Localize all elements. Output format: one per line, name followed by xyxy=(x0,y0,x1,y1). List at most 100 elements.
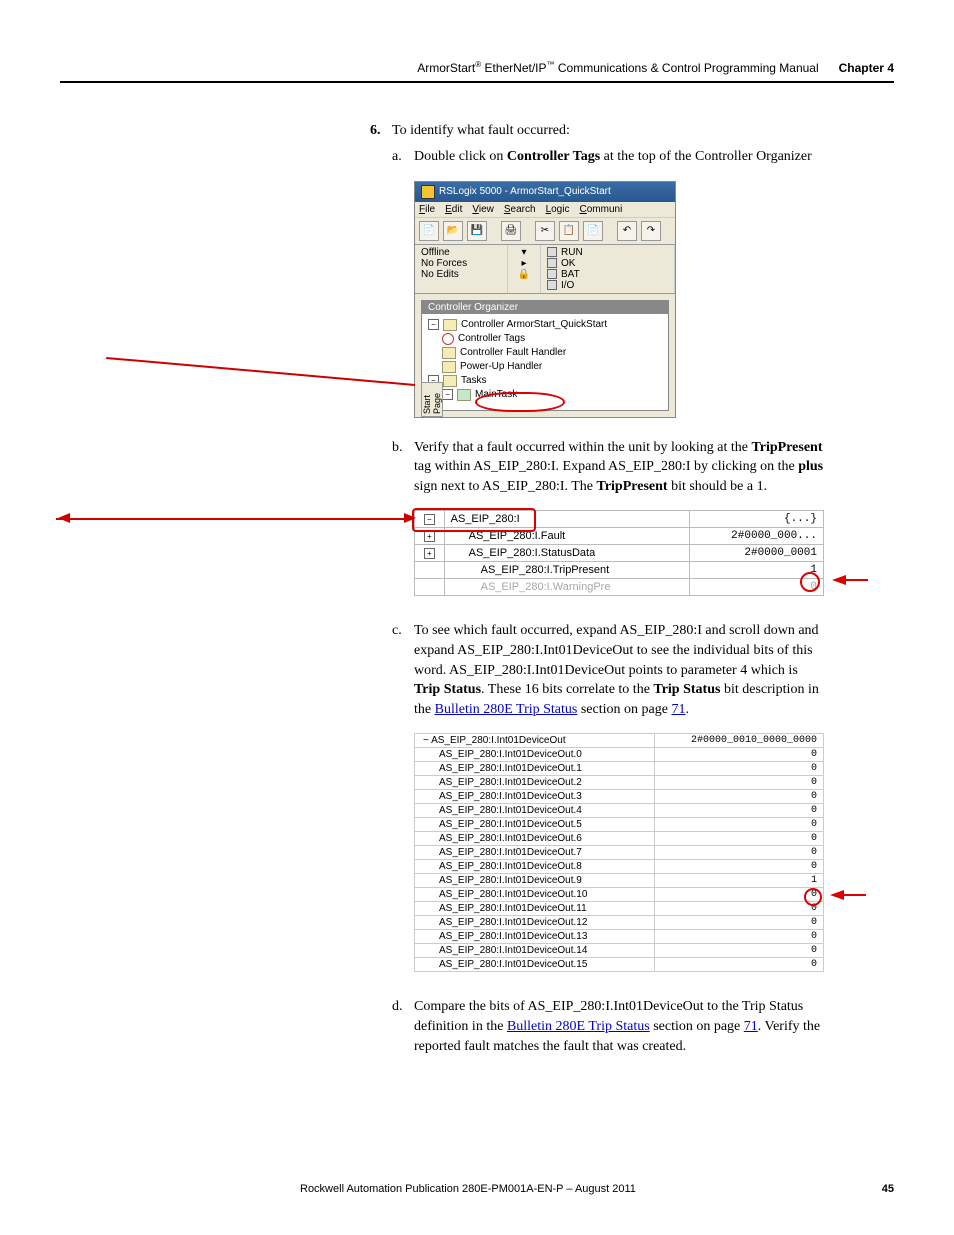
table-row: AS_EIP_280:I.Int01DeviceOut.60 xyxy=(415,832,824,846)
tag-name[interactable]: AS_EIP_280:I.Int01DeviceOut.1 xyxy=(415,762,655,776)
led-bat: BAT xyxy=(561,269,580,280)
tag-name[interactable]: AS_EIP_280:I.Int01DeviceOut.15 xyxy=(415,958,655,972)
tag-name[interactable]: AS_EIP_280:I.Int01DeviceOut.13 xyxy=(415,930,655,944)
publication-title: ArmorStart® EtherNet/IP™ Communications … xyxy=(417,60,818,75)
tag-value: 0 xyxy=(655,916,824,930)
toolbar-print-icon[interactable]: 🖨 xyxy=(501,221,521,241)
tag-value: {...} xyxy=(689,511,823,528)
toolbar-cut-icon[interactable]: ✂ xyxy=(535,221,555,241)
tag-name[interactable]: AS_EIP_280:I.Int01DeviceOut.0 xyxy=(415,748,655,762)
table-row: AS_EIP_280:I.WarningPre0 xyxy=(415,579,824,596)
menu-logic[interactable]: Logic xyxy=(546,204,570,215)
substep-a: a. Double click on Controller Tags at th… xyxy=(392,147,824,167)
tag-name[interactable]: AS_EIP_280:I.Fault xyxy=(444,528,689,545)
tag-name[interactable]: AS_EIP_280:I.Int01DeviceOut.14 xyxy=(415,944,655,958)
tag-value: 0 xyxy=(655,790,824,804)
annotation-arrow-shaft xyxy=(844,579,868,581)
tag-name[interactable]: AS_EIP_280:I.Int01DeviceOut.8 xyxy=(415,860,655,874)
tag-name[interactable]: AS_EIP_280:I.Int01DeviceOut.2 xyxy=(415,776,655,790)
tag-value: 0 xyxy=(655,832,824,846)
menu-file[interactable]: File xyxy=(419,204,435,215)
tag-value: 2#0000_000... xyxy=(689,528,823,545)
tree-controller-root[interactable]: Controller ArmorStart_QuickStart xyxy=(461,319,607,330)
substep-b: b. Verify that a fault occurred within t… xyxy=(392,438,824,497)
tag-name[interactable]: AS_EIP_280:I.Int01DeviceOut.10 xyxy=(415,888,655,902)
table-row: − AS_EIP_280:I.Int01DeviceOut2#0000_0010… xyxy=(415,734,824,748)
toolbar-new-icon[interactable]: 📄 xyxy=(419,221,439,241)
tag-name[interactable]: AS_EIP_280:I.Int01DeviceOut.12 xyxy=(415,916,655,930)
tag-name[interactable]: AS_EIP_280:I.Int01DeviceOut.6 xyxy=(415,832,655,846)
link-trip-status[interactable]: Bulletin 280E Trip Status xyxy=(435,702,578,717)
toolbar-save-icon[interactable]: 💾 xyxy=(467,221,487,241)
folder-icon xyxy=(442,347,456,359)
table-row: AS_EIP_280:I.Int01DeviceOut.00 xyxy=(415,748,824,762)
tag-name[interactable]: − AS_EIP_280:I.Int01DeviceOut xyxy=(415,734,655,748)
annotation-arrow-shaft xyxy=(842,894,866,896)
table-row: AS_EIP_280:I.Int01DeviceOut.120 xyxy=(415,916,824,930)
tag-value: 0 xyxy=(655,748,824,762)
collapse-icon[interactable]: − xyxy=(442,389,453,400)
expand-box[interactable]: − xyxy=(415,511,445,528)
substep-d: d. Compare the bits of AS_EIP_280:I.Int0… xyxy=(392,997,824,1056)
tag-value: 1 xyxy=(655,874,824,888)
menu-edit[interactable]: Edit xyxy=(445,204,462,215)
tag-name[interactable]: AS_EIP_280:I.StatusData xyxy=(444,545,689,562)
toolbar-redo-icon[interactable]: ↷ xyxy=(641,221,661,241)
expand-box[interactable]: + xyxy=(415,528,445,545)
table-row: AS_EIP_280:I.Int01DeviceOut.80 xyxy=(415,860,824,874)
substep-letter: a. xyxy=(392,149,414,165)
tags-icon xyxy=(442,333,454,345)
annotation-leader-line xyxy=(106,357,415,386)
collapse-icon[interactable]: − xyxy=(428,319,439,330)
tag-name[interactable]: AS_EIP_280:I.WarningPre xyxy=(444,579,689,596)
tag-name[interactable]: AS_EIP_280:I xyxy=(444,511,689,528)
table-row: −AS_EIP_280:I{...} xyxy=(415,511,824,528)
tag-name[interactable]: AS_EIP_280:I.Int01DeviceOut.3 xyxy=(415,790,655,804)
toolbar-open-icon[interactable]: 📂 xyxy=(443,221,463,241)
tag-name[interactable]: AS_EIP_280:I.Int01DeviceOut.5 xyxy=(415,818,655,832)
tree-maintask[interactable]: MainTask xyxy=(475,389,517,400)
tag-name[interactable]: AS_EIP_280:I.Int01DeviceOut.9 xyxy=(415,874,655,888)
menu-view[interactable]: View xyxy=(472,204,494,215)
table-row: AS_EIP_280:I.Int01DeviceOut.50 xyxy=(415,818,824,832)
toolbar-copy-icon[interactable]: 📋 xyxy=(559,221,579,241)
window-title: RSLogix 5000 - ArmorStart_QuickStart xyxy=(439,186,611,197)
tag-name[interactable]: AS_EIP_280:I.Int01DeviceOut.4 xyxy=(415,804,655,818)
app-icon xyxy=(421,185,435,199)
tag-name[interactable]: AS_EIP_280:I.TripPresent xyxy=(444,562,689,579)
substep-letter: c. xyxy=(392,623,414,639)
tree-controller-tags[interactable]: Controller Tags xyxy=(458,333,525,344)
table-row: AS_EIP_280:I.Int01DeviceOut.30 xyxy=(415,790,824,804)
folder-icon xyxy=(442,361,456,373)
table-row: +AS_EIP_280:I.Fault2#0000_000... xyxy=(415,528,824,545)
organizer-title: Controller Organizer xyxy=(422,301,668,314)
led-run: RUN xyxy=(561,247,583,258)
table-row: AS_EIP_280:I.Int01DeviceOut.20 xyxy=(415,776,824,790)
annotation-leader-line xyxy=(56,518,412,520)
start-page-tab[interactable]: Start Page xyxy=(421,382,443,417)
tag-name[interactable]: AS_EIP_280:I.Int01DeviceOut.11 xyxy=(415,902,655,916)
toolbar-paste-icon[interactable]: 📄 xyxy=(583,221,603,241)
link-page[interactable]: 71 xyxy=(744,1019,758,1034)
tree-tasks[interactable]: Tasks xyxy=(461,375,487,386)
tag-value: 2#0000_0001 xyxy=(689,545,823,562)
tree-powerup-handler[interactable]: Power-Up Handler xyxy=(460,361,542,372)
tree-fault-handler[interactable]: Controller Fault Handler xyxy=(460,347,566,358)
controller-organizer-panel: Controller Organizer − Controller ArmorSt… xyxy=(421,300,669,411)
dropdown-icon[interactable]: ▸ xyxy=(514,258,534,269)
step-number: 6. xyxy=(370,123,392,139)
toolbar-undo-icon[interactable]: ↶ xyxy=(617,221,637,241)
tag-value: 0 xyxy=(655,888,824,902)
substep-text: Double click on Controller Tags at the t… xyxy=(414,147,824,167)
menu-search[interactable]: Search xyxy=(504,204,536,215)
menu-communications[interactable]: Communi xyxy=(579,204,622,215)
window-titlebar: RSLogix 5000 - ArmorStart_QuickStart xyxy=(415,182,675,202)
folder-icon xyxy=(443,375,457,387)
link-page[interactable]: 71 xyxy=(671,702,685,717)
expand-box[interactable]: + xyxy=(415,545,445,562)
table-row: AS_EIP_280:I.Int01DeviceOut.10 xyxy=(415,762,824,776)
led-ok: OK xyxy=(561,258,575,269)
tag-name[interactable]: AS_EIP_280:I.Int01DeviceOut.7 xyxy=(415,846,655,860)
dropdown-icon[interactable]: ▾ xyxy=(514,247,534,258)
link-trip-status[interactable]: Bulletin 280E Trip Status xyxy=(507,1019,650,1034)
